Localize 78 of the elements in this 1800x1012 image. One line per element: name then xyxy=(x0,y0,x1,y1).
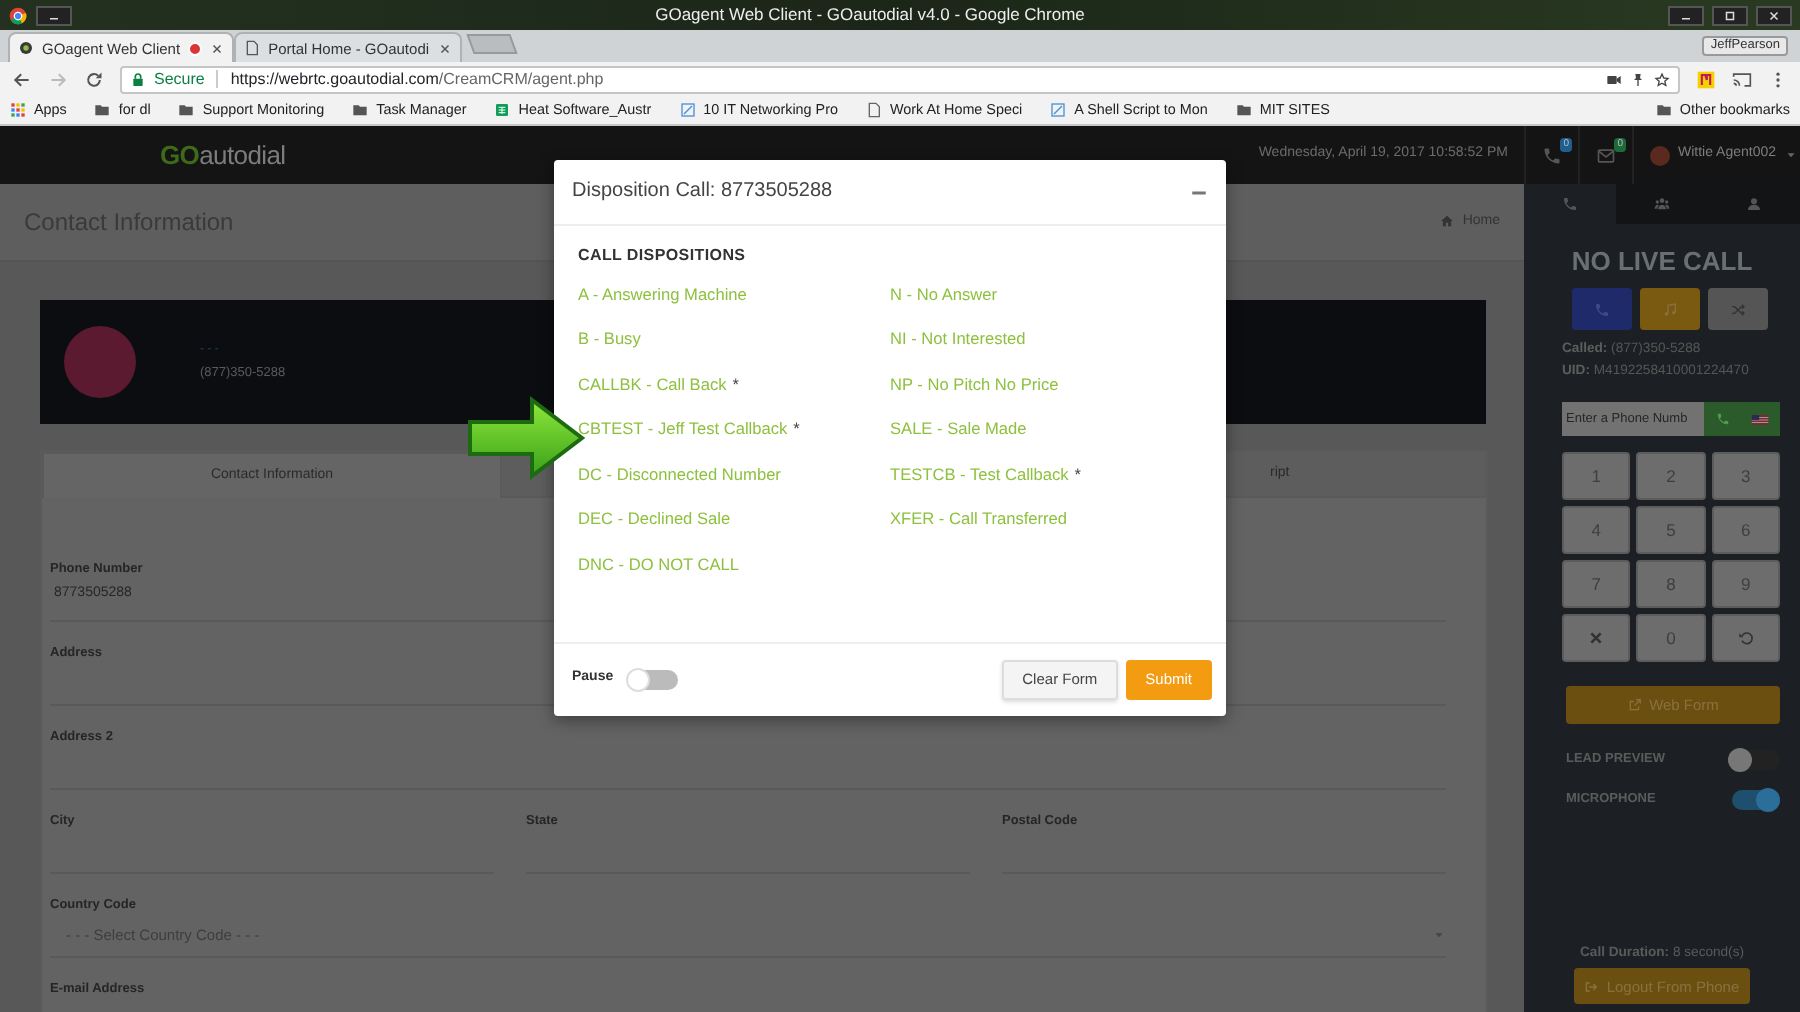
close-icon[interactable] xyxy=(437,41,452,55)
flag-icon xyxy=(1750,409,1770,429)
page-icon xyxy=(244,40,261,56)
folder-icon xyxy=(1655,101,1672,118)
disposition-link[interactable]: DNC - DO NOT CALL xyxy=(578,553,740,574)
required-mark: * xyxy=(793,418,800,439)
disposition-link[interactable]: XFER - Call Transferred xyxy=(890,508,1068,529)
address-url: https://webrtc.goautodial.com/CreamCRM/agent.php xyxy=(230,69,604,89)
folder-icon xyxy=(352,101,369,118)
toggle-switch[interactable] xyxy=(1732,790,1780,810)
site-icon xyxy=(679,101,696,118)
disposition-link[interactable]: DEC - Declined Sale xyxy=(578,508,731,529)
disposition-link[interactable]: CALLBK - Call Back xyxy=(578,373,727,394)
phone-icon xyxy=(1594,301,1610,317)
music-note-icon xyxy=(1662,301,1678,317)
phone-icon[interactable] xyxy=(1542,145,1562,165)
pin-icon[interactable] xyxy=(1630,71,1646,87)
avatar-circle xyxy=(64,326,136,398)
site-favicon-icon xyxy=(18,40,34,56)
star-icon[interactable] xyxy=(1654,71,1670,87)
disposition-link[interactable]: DC - Disconnected Number xyxy=(578,463,781,484)
required-mark: * xyxy=(1074,463,1082,484)
cast-icon[interactable] xyxy=(1732,69,1752,89)
minimize-button[interactable] xyxy=(1668,5,1704,25)
user-icon xyxy=(1746,196,1762,212)
disposition-link[interactable]: SALE - Sale Made xyxy=(890,418,1027,439)
clear-key[interactable] xyxy=(1562,614,1631,662)
folder-icon xyxy=(1235,101,1252,118)
toggle-switch[interactable] xyxy=(629,669,678,689)
site-icon xyxy=(1050,101,1067,118)
phone-icon xyxy=(1562,196,1578,212)
lock-icon xyxy=(130,71,146,87)
back-icon[interactable] xyxy=(12,69,32,89)
close-button[interactable] xyxy=(1756,5,1792,25)
toggle-switch[interactable] xyxy=(1732,750,1780,770)
window-menu-button[interactable] xyxy=(36,5,72,25)
disposition-link[interactable]: B - Busy xyxy=(578,328,641,349)
address-field[interactable]: Secure https://webrtc.goautodial.com/CreamCRM/agent.php xyxy=(120,65,1680,93)
disposition-link[interactable]: CBTEST - Jeff Test Callback xyxy=(578,418,788,439)
reload-icon[interactable] xyxy=(84,69,104,89)
home-icon xyxy=(1440,214,1455,229)
shuffle-icon xyxy=(1730,301,1746,317)
close-icon xyxy=(1768,9,1780,21)
phone-icon xyxy=(1715,412,1729,426)
undo-icon xyxy=(1737,630,1754,646)
extension-icon[interactable] xyxy=(1696,69,1716,89)
window-title: GOagent Web Client - GOautodial v4.0 - Google Chrome xyxy=(653,4,1087,26)
disposition-link[interactable]: N - No Answer xyxy=(890,283,997,304)
caret-icon xyxy=(1432,927,1446,942)
dialog-title: Disposition Call: 8773505288 xyxy=(572,180,833,204)
logout-icon xyxy=(1584,979,1599,993)
folder-icon xyxy=(178,101,195,118)
users-icon xyxy=(1654,196,1670,212)
mail-icon[interactable] xyxy=(1596,145,1616,165)
camera-icon[interactable] xyxy=(1606,71,1622,87)
section-heading: CALL DISPOSITIONS xyxy=(578,246,748,266)
disposition-link[interactable]: A - Answering Machine xyxy=(578,283,747,304)
call-status: NO LIVE CALL xyxy=(1569,244,1755,280)
browser-logo-icon xyxy=(8,5,28,25)
disposition-link[interactable]: NI - Not Interested xyxy=(890,328,1026,349)
required-mark: * xyxy=(732,373,739,394)
caret-icon xyxy=(1784,148,1799,162)
spreadsheet-icon xyxy=(494,101,511,118)
security-label: Secure xyxy=(154,69,205,89)
avatar xyxy=(1650,145,1670,165)
folder-icon xyxy=(94,101,111,118)
page-icon xyxy=(865,101,882,118)
disposition-link[interactable]: NP - No Pitch No Price xyxy=(890,373,1059,394)
close-icon xyxy=(1588,630,1605,646)
external-link-icon xyxy=(1627,698,1642,712)
apps-grid-icon xyxy=(10,101,26,118)
country-button[interactable] xyxy=(1740,402,1780,436)
maximize-icon xyxy=(1724,9,1736,21)
disposition-link[interactable]: TESTCB - Test Callback xyxy=(890,463,1069,484)
undo-key[interactable] xyxy=(1711,614,1780,662)
app-logo: GOautodial xyxy=(160,139,286,171)
close-icon[interactable] xyxy=(210,41,225,55)
maximize-button[interactable] xyxy=(1712,5,1748,25)
